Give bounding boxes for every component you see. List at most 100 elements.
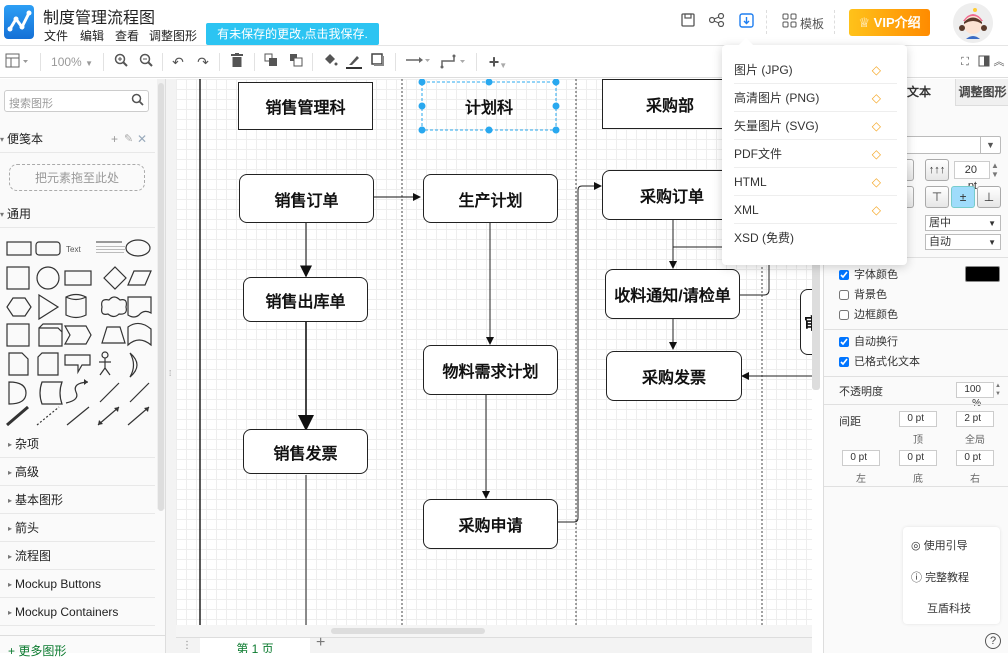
opacity-input[interactable]: 100 % [956, 382, 994, 409]
page-tab-1[interactable]: 第 1 页 [200, 638, 310, 653]
node-material-plan[interactable]: 物料需求计划 [423, 345, 558, 395]
node-receiving-notice[interactable]: 收料通知/请检单 [605, 269, 740, 319]
font-size-stepper[interactable]: ▲ ▼ [991, 161, 999, 179]
share-icon[interactable] [708, 12, 726, 31]
chevron-down-icon[interactable]: ▼ [980, 137, 1000, 153]
fullscreen-icon[interactable]: ⛶ [958, 53, 972, 71]
line-spacing-icon[interactable]: ↑↑↑ [925, 159, 949, 181]
section-mockup-buttons[interactable]: Mockup Buttons [0, 571, 155, 598]
line-color-icon[interactable] [345, 53, 363, 71]
formatted-text-checkbox[interactable]: 已格式化文本 [839, 355, 920, 369]
more-shapes-button[interactable]: + 更多图形 [8, 642, 66, 659]
connection-style-icon[interactable] [405, 53, 431, 71]
spacing-left-input[interactable]: 0 pt [842, 450, 880, 466]
font-size-input[interactable]: 20 pt [954, 161, 990, 192]
search-icon[interactable] [131, 93, 144, 109]
export-xsd[interactable]: XSD (免费) [734, 224, 897, 252]
zoom-out-icon[interactable] [138, 53, 154, 71]
node-purchase-order[interactable]: 采购订单 [602, 170, 742, 220]
close-icon[interactable]: ✕ [137, 132, 147, 146]
fill-color-icon[interactable] [321, 53, 339, 71]
panel-layout-icon[interactable] [4, 53, 30, 71]
add-page-icon[interactable]: + [316, 634, 325, 652]
menu-edit[interactable]: 编辑 [80, 27, 104, 44]
document-title[interactable]: 制度管理流程图 [43, 4, 155, 28]
node-purchase-dept[interactable]: 采购部 [602, 79, 738, 129]
waypoints-icon[interactable] [440, 53, 468, 71]
spacing-right-input[interactable]: 0 pt [956, 450, 994, 466]
opacity-stepper[interactable]: ▲ ▼ [995, 382, 1001, 398]
shape-search-input[interactable]: 搜索图形 [4, 90, 149, 112]
export-jpg[interactable]: 图片 (JPG) ◇ [734, 56, 897, 84]
guide-item[interactable]: ◎ 使用引导 [911, 537, 968, 553]
checkbox[interactable] [839, 357, 849, 368]
text-direction-select[interactable]: 自动 [925, 234, 1001, 250]
font-color-checkbox[interactable]: 字体颜色 [839, 268, 898, 282]
checkbox[interactable] [839, 310, 849, 321]
checkbox[interactable] [839, 270, 849, 281]
template-label[interactable]: 模板 [800, 15, 824, 32]
menu-file[interactable]: 文件 [44, 27, 68, 44]
text-position-select[interactable]: 居中 [925, 215, 1001, 231]
section-basic-shapes[interactable]: 基本图形 [0, 487, 155, 514]
checkbox[interactable] [839, 290, 849, 301]
section-general[interactable]: 通用 [0, 201, 155, 228]
zoom-in-icon[interactable] [113, 53, 129, 71]
spacing-bottom-input[interactable]: 0 pt [899, 450, 937, 466]
save-icon[interactable] [679, 13, 697, 31]
collapse-icon[interactable]: ︽ [992, 53, 1006, 71]
node-review-partial[interactable]: 审 [800, 289, 812, 355]
scratchpad-drop-zone[interactable]: 把元素拖至此处 [9, 164, 145, 191]
node-purchase-request[interactable]: 采购申请 [423, 499, 558, 549]
vip-button[interactable]: ♕ VIP介绍 [849, 9, 930, 36]
spacing-global-input[interactable]: 2 pt [956, 411, 994, 427]
spacing-top-input[interactable]: 0 pt [899, 411, 937, 427]
page-menu-icon[interactable]: ⋮ [182, 640, 192, 651]
insert-icon[interactable]: +▼ [485, 53, 511, 71]
delete-icon[interactable] [229, 53, 245, 71]
section-advanced[interactable]: 高级 [0, 459, 155, 486]
export-xml[interactable]: XML ◇ [734, 196, 897, 224]
tutorial-item[interactable]: ⓘ 完整教程 [911, 569, 969, 585]
to-back-icon[interactable] [288, 53, 304, 71]
node-sales-order[interactable]: 销售订单 [239, 174, 374, 223]
shadow-icon[interactable] [370, 53, 386, 71]
canvas-horizontal-scrollbar[interactable] [176, 625, 812, 637]
section-arrows[interactable]: 箭头 [0, 515, 155, 542]
company-item[interactable]: 互盾科技 [927, 600, 971, 616]
canvas-scroll-thumb[interactable] [331, 628, 485, 634]
sidebar-scroll-thumb[interactable] [158, 83, 164, 511]
sidebar-splitter[interactable]: ⁞ [166, 79, 176, 653]
font-color-swatch[interactable] [965, 266, 1000, 282]
zoom-select[interactable]: 100% ▼ [50, 53, 94, 71]
export-svg[interactable]: 矢量图片 (SVG) ◇ [734, 112, 897, 140]
word-wrap-checkbox[interactable]: 自动换行 [839, 335, 898, 349]
export-html[interactable]: HTML ◇ [734, 168, 897, 196]
template-icon[interactable] [780, 13, 798, 31]
shape-palette[interactable]: Text [4, 235, 154, 427]
node-purchase-invoice[interactable]: 采购发票 [606, 351, 742, 401]
export-pdf[interactable]: PDF文件 ◇ [734, 140, 897, 168]
edit-icon[interactable]: ✎ [124, 132, 133, 145]
to-front-icon[interactable] [263, 53, 279, 71]
border-color-checkbox[interactable]: 边框颜色 [839, 308, 898, 322]
node-sales-outbound[interactable]: 销售出库单 [243, 277, 368, 322]
format-panel-icon[interactable] [977, 53, 991, 71]
tab-arrange[interactable]: 调整图形 [955, 79, 1008, 106]
node-sales-dept[interactable]: 销售管理科 [238, 82, 373, 130]
background-color-checkbox[interactable]: 背景色 [839, 288, 887, 302]
checkbox[interactable] [839, 337, 849, 348]
redo-icon[interactable]: ↷ [195, 53, 211, 71]
align-top-icon[interactable]: ⊤ [925, 186, 949, 208]
menu-arrange[interactable]: 调整图形 [149, 27, 197, 44]
add-icon[interactable]: + [111, 132, 118, 146]
node-production-plan[interactable]: 生产计划 [423, 174, 558, 223]
undo-icon[interactable]: ↶ [170, 53, 186, 71]
unsaved-changes-banner[interactable]: 有未保存的更改,点击我保存. [206, 23, 379, 45]
section-misc[interactable]: 杂项 [0, 431, 155, 458]
diagram-canvas[interactable]: 销售管理科 计划科 采购部 销售订单 生产计划 采购订单 销售出库单 收料通知/… [176, 79, 812, 625]
section-mockup-containers[interactable]: Mockup Containers [0, 599, 155, 626]
download-icon[interactable] [737, 13, 755, 31]
help-icon[interactable]: ? [985, 633, 1001, 649]
user-avatar[interactable] [953, 3, 993, 43]
